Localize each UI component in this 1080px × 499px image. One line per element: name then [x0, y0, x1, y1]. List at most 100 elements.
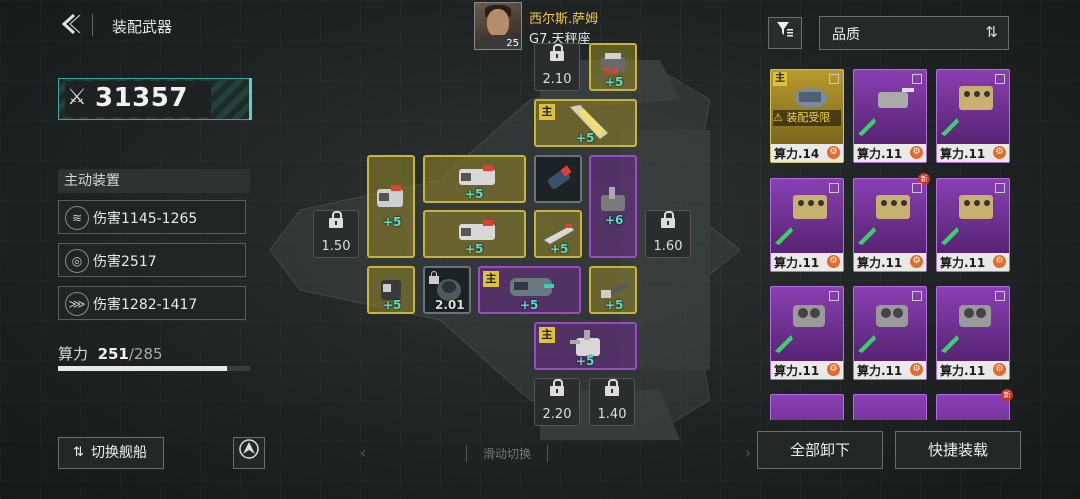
inventory-card[interactable]: 算力.11 ⚙ — [853, 69, 927, 163]
unload-all-button[interactable]: 全部卸下 — [757, 431, 883, 469]
captain-name: 西尔斯.萨姆 — [529, 12, 599, 27]
inventory-card[interactable]: 算力.11 ⚙ — [770, 286, 844, 380]
captain-avatar[interactable]: 25 — [474, 2, 522, 50]
upgrade-level: +6 — [605, 213, 624, 227]
chevron-left-icon — [61, 13, 81, 35]
card-footer: 算力.11 ⚙ — [937, 253, 1009, 271]
locked-slot[interactable]: 1.50 — [313, 210, 359, 258]
avatar-face — [487, 9, 509, 37]
active-stat-2[interactable]: ◎ 伤害2517 — [58, 243, 246, 277]
inventory-card[interactable]: 算力.11 ⚙ — [770, 178, 844, 272]
gear-icon: ⚙ — [827, 146, 840, 159]
rarity-arrow-icon — [858, 118, 876, 136]
weapon-slot-missile[interactable] — [534, 155, 582, 203]
upgrade-level: +5 — [383, 298, 402, 312]
cannon-weapon-icon — [377, 185, 403, 207]
switch-ship-label: 切换舰船 — [91, 445, 147, 461]
weapon-slot-locked-dome[interactable]: 2.01 — [423, 266, 471, 314]
weapon-slot-purple-tall[interactable]: +6 — [589, 155, 637, 258]
upgrade-level: +5 — [465, 242, 484, 256]
gear-icon: ⚙ — [993, 363, 1006, 376]
card-compute: 算力.11 — [857, 256, 903, 270]
rarity-arrow-icon — [858, 227, 876, 245]
inventory-card[interactable]: 新 — [936, 389, 1013, 420]
compute-readout: 算力 251/285 — [58, 343, 163, 364]
main-weapon-slot-turret[interactable]: 主 +5 — [534, 322, 637, 370]
card-footer: 算力.11 ⚙ — [937, 144, 1009, 162]
compute-label: 算力 — [58, 345, 89, 363]
locked-slot[interactable]: 2.10 — [534, 43, 580, 91]
weapon-slot-cannon-1[interactable]: +5 — [423, 155, 526, 203]
upgrade-level: +5 — [605, 75, 624, 89]
gear-icon: ⚙ — [910, 146, 923, 159]
inventory-card[interactable]: 主 ⚠ 装配受限 算力.14 ⚙ — [770, 69, 844, 163]
inventory-card[interactable]: 算力.11 ⚙ — [936, 69, 1010, 163]
switch-ship-button[interactable]: ⇅ 切换舰船 — [58, 437, 164, 469]
rarity-arrow-icon — [941, 227, 959, 245]
upgrade-level: +5 — [465, 187, 484, 201]
active-stat-3[interactable]: ⋙ 伤害1282-1417 — [58, 286, 246, 320]
inventory-card[interactable]: 新 算力.11 ⚙ — [853, 173, 930, 272]
active-stat-text: 伤害1282-1417 — [93, 297, 198, 313]
card-footer: 算力.11 ⚙ — [854, 253, 926, 271]
inventory-card[interactable] — [770, 394, 844, 420]
slide-hint-text: 滑动切换 — [466, 445, 548, 462]
weapon-slot-railgun[interactable]: +5 — [589, 266, 637, 314]
unlock-level: 1.50 — [321, 239, 351, 254]
ship-emblem-icon — [239, 439, 259, 459]
card-compute: 算力.14 — [774, 147, 820, 161]
sort-label: 品质 — [832, 27, 860, 43]
gear-icon: ⚙ — [910, 363, 923, 376]
weapon-slot-rifle[interactable]: +5 — [534, 210, 582, 258]
rarity-arrow-icon — [858, 335, 876, 353]
inventory-card[interactable]: 算力.11 ⚙ — [936, 178, 1010, 272]
gear-icon: ⚙ — [910, 255, 923, 268]
chevron-right-icon: › — [745, 443, 752, 462]
weapon-slot-small-turret[interactable]: +5 — [367, 266, 415, 314]
captain-level: 25 — [504, 38, 521, 49]
upgrade-level: +5 — [576, 131, 595, 145]
main-tag: 主 — [773, 72, 787, 86]
sort-dropdown[interactable]: 品质 ⇅ — [819, 16, 1009, 50]
compute-bar-fill — [58, 366, 227, 371]
card-compute: 算力.11 — [940, 364, 986, 378]
upgrade-level: +5 — [576, 354, 595, 368]
missile-pod-icon — [876, 195, 910, 219]
locked-slot[interactable]: 2.20 — [534, 378, 580, 426]
back-button[interactable] — [58, 12, 84, 38]
weapon-slot-cannon-2[interactable]: +5 — [423, 210, 526, 258]
main-weapon-slot-plasma[interactable]: 主 +5 — [478, 266, 581, 314]
swap-icon: ⇅ — [73, 445, 84, 460]
unlock-level: 2.20 — [542, 407, 572, 422]
card-compute: 算力.11 — [940, 256, 986, 270]
main-tag: 主 — [539, 104, 555, 120]
missile-barrage-icon: ⋙ — [65, 292, 89, 316]
filter-button[interactable] — [768, 17, 802, 49]
inventory-card[interactable] — [853, 394, 927, 420]
quick-equip-button[interactable]: 快捷装载 — [895, 431, 1021, 469]
gatling-weapon-icon — [793, 305, 825, 327]
active-stat-1[interactable]: ≋ 伤害1145-1265 — [58, 200, 246, 234]
card-footer: 算力.14 ⚙ — [771, 144, 843, 162]
claw-icon: ≋ — [65, 206, 89, 230]
weapon-inventory-list[interactable]: 主 ⚠ 装配受限 算力.14 ⚙ 算力.11 ⚙ 算力.11 ⚙ 算力.11 ⚙… — [757, 60, 1022, 420]
upgrade-level: +5 — [550, 242, 569, 256]
main-tag: 主 — [483, 271, 499, 287]
inventory-card[interactable]: 算力.11 ⚙ — [853, 286, 927, 380]
card-footer: 算力.11 ⚙ — [854, 144, 926, 162]
inventory-card[interactable]: 算力.11 ⚙ — [936, 286, 1010, 380]
drill-weapon-icon — [795, 88, 827, 108]
filter-icon — [777, 22, 793, 37]
power-box: ⚔ 31357 — [58, 78, 252, 120]
chevron-left-icon: ‹ — [360, 443, 367, 462]
weapon-slot-gatling[interactable]: +5 — [589, 43, 637, 91]
weapon-slot-cannon-tall[interactable]: +5 — [367, 155, 415, 258]
card-compute: 算力.11 — [857, 147, 903, 161]
gear-icon: ⚙ — [827, 363, 840, 376]
upgrade-level: +5 — [383, 215, 402, 229]
main-weapon-slot-laser[interactable]: 主 +5 — [534, 99, 637, 147]
ship-emblem-button[interactable] — [233, 437, 265, 469]
new-badge: 新 — [1001, 389, 1013, 401]
locked-slot[interactable]: 1.40 — [589, 378, 635, 426]
locked-slot[interactable]: 1.60 — [645, 210, 691, 258]
